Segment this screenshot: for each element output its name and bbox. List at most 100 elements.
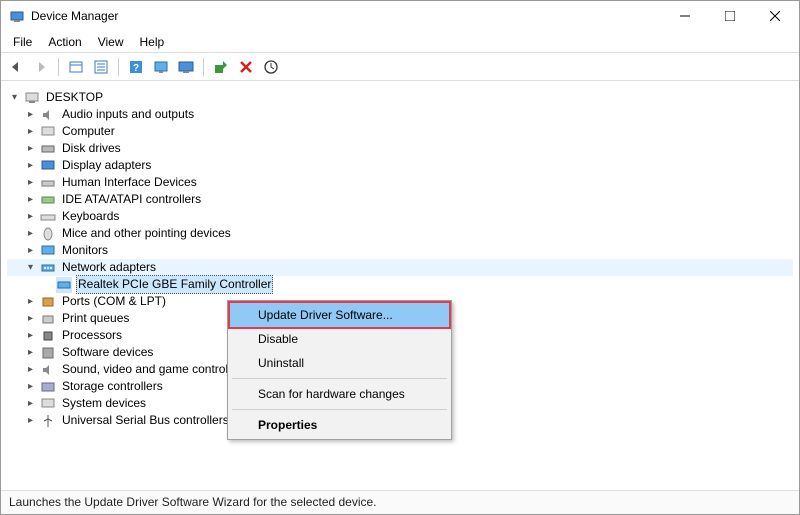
tree-item-computer[interactable]: ▸ Computer <box>7 123 793 140</box>
tree-item-ide[interactable]: ▸ IDE ATA/ATAPI controllers <box>7 191 793 208</box>
port-icon <box>40 294 56 310</box>
mouse-icon <box>40 226 56 242</box>
chevron-right-icon[interactable]: ▸ <box>23 396 38 411</box>
app-icon <box>9 8 25 24</box>
disable-button[interactable] <box>260 56 282 78</box>
network-adapter-icon <box>56 277 72 293</box>
chevron-right-icon[interactable]: ▸ <box>23 141 38 156</box>
tree-label: Mice and other pointing devices <box>60 225 233 242</box>
svg-text:?: ? <box>133 63 139 74</box>
chevron-right-icon[interactable]: ▸ <box>23 107 38 122</box>
menu-file[interactable]: File <box>5 33 40 51</box>
tree-root[interactable]: ▾ DESKTOP <box>7 89 793 106</box>
context-menu: Update Driver Software... Disable Uninst… <box>227 300 452 440</box>
tree-label: Ports (COM & LPT) <box>60 293 168 310</box>
scan-hardware-button[interactable] <box>150 56 172 78</box>
chevron-right-icon[interactable]: ▸ <box>23 158 38 173</box>
ctx-update-driver[interactable]: Update Driver Software... <box>230 303 449 327</box>
chevron-right-icon[interactable]: ▸ <box>23 345 38 360</box>
chevron-right-icon[interactable]: ▸ <box>23 379 38 394</box>
system-icon <box>40 396 56 412</box>
keyboard-icon <box>40 209 56 225</box>
ctx-uninstall[interactable]: Uninstall <box>230 351 449 375</box>
chevron-right-icon[interactable]: ▸ <box>23 192 38 207</box>
disk-icon <box>40 141 56 157</box>
chevron-right-icon[interactable]: ▸ <box>23 413 38 428</box>
help-button[interactable]: ? <box>125 56 147 78</box>
tree-label: Keyboards <box>60 208 121 225</box>
monitor-view-button[interactable] <box>175 56 197 78</box>
show-hide-console-button[interactable] <box>65 56 87 78</box>
cpu-icon <box>40 328 56 344</box>
software-icon <box>40 345 56 361</box>
tree-item-display[interactable]: ▸ Display adapters <box>7 157 793 174</box>
chevron-down-icon[interactable]: ▾ <box>7 90 22 105</box>
ctx-separator <box>232 409 447 410</box>
tree-item-hid[interactable]: ▸ Human Interface Devices <box>7 174 793 191</box>
tree-label: Network adapters <box>60 259 158 276</box>
tree-label: Print queues <box>60 310 131 327</box>
tree-label: Monitors <box>60 242 110 259</box>
monitor-icon <box>40 243 56 259</box>
ctx-separator <box>232 378 447 379</box>
status-bar: Launches the Update Driver Software Wiza… <box>1 490 799 514</box>
tree-label: Human Interface Devices <box>60 174 199 191</box>
minimize-button[interactable] <box>662 2 707 30</box>
chevron-right-icon[interactable]: ▸ <box>23 226 38 241</box>
window-title: Device Manager <box>31 9 662 23</box>
tree-item-monitors[interactable]: ▸ Monitors <box>7 242 793 259</box>
title-bar: Device Manager <box>1 1 799 31</box>
chevron-down-icon[interactable]: ▾ <box>23 260 38 275</box>
forward-button[interactable] <box>30 56 52 78</box>
computer-icon <box>40 124 56 140</box>
toolbar-separator <box>203 58 204 76</box>
tree-item-network-child[interactable]: Realtek PCIe GBE Family Controller <box>7 276 793 293</box>
storage-icon <box>40 379 56 395</box>
close-button[interactable] <box>752 2 797 30</box>
tree-label: Disk drives <box>60 140 123 157</box>
network-icon <box>40 260 56 276</box>
chevron-right-icon[interactable]: ▸ <box>23 209 38 224</box>
ctx-scan[interactable]: Scan for hardware changes <box>230 382 449 406</box>
properties-button[interactable] <box>90 56 112 78</box>
tree-label: IDE ATA/ATAPI controllers <box>60 191 203 208</box>
usb-icon <box>40 413 56 429</box>
chevron-right-icon[interactable]: ▸ <box>23 311 38 326</box>
hid-icon <box>40 175 56 191</box>
tree-item-network[interactable]: ▾ Network adapters <box>7 259 793 276</box>
tree-label: Software devices <box>60 344 155 361</box>
tree-item-disk[interactable]: ▸ Disk drives <box>7 140 793 157</box>
sound-icon <box>40 362 56 378</box>
menu-view[interactable]: View <box>90 33 132 51</box>
tree-label: Computer <box>60 123 117 140</box>
menu-action[interactable]: Action <box>40 33 89 51</box>
printer-icon <box>40 311 56 327</box>
chevron-right-icon[interactable]: ▸ <box>23 294 38 309</box>
toolbar-separator <box>58 58 59 76</box>
chevron-right-icon[interactable]: ▸ <box>23 175 38 190</box>
update-driver-button[interactable] <box>210 56 232 78</box>
tree-label: Universal Serial Bus controllers <box>60 412 231 429</box>
maximize-button[interactable] <box>707 2 752 30</box>
ctx-disable[interactable]: Disable <box>230 327 449 351</box>
back-button[interactable] <box>5 56 27 78</box>
tree-item-keyboards[interactable]: ▸ Keyboards <box>7 208 793 225</box>
chevron-right-icon[interactable]: ▸ <box>23 328 38 343</box>
tree-item-audio[interactable]: ▸ Audio inputs and outputs <box>7 106 793 123</box>
uninstall-button[interactable] <box>235 56 257 78</box>
tree-root-label: DESKTOP <box>44 89 105 106</box>
status-text: Launches the Update Driver Software Wiza… <box>9 495 377 509</box>
chevron-right-icon[interactable]: ▸ <box>23 243 38 258</box>
tree-label: System devices <box>60 395 148 412</box>
audio-icon <box>40 107 56 123</box>
tree-label: Sound, video and game controllers <box>60 361 249 378</box>
toolbar-separator <box>118 58 119 76</box>
ctx-properties[interactable]: Properties <box>230 413 449 437</box>
tree-label: Processors <box>60 327 124 344</box>
chevron-right-icon[interactable]: ▸ <box>23 124 38 139</box>
computer-icon <box>24 90 40 106</box>
tree-item-mice[interactable]: ▸ Mice and other pointing devices <box>7 225 793 242</box>
menu-help[interactable]: Help <box>132 33 173 51</box>
menu-bar: File Action View Help <box>1 31 799 53</box>
chevron-right-icon[interactable]: ▸ <box>23 362 38 377</box>
